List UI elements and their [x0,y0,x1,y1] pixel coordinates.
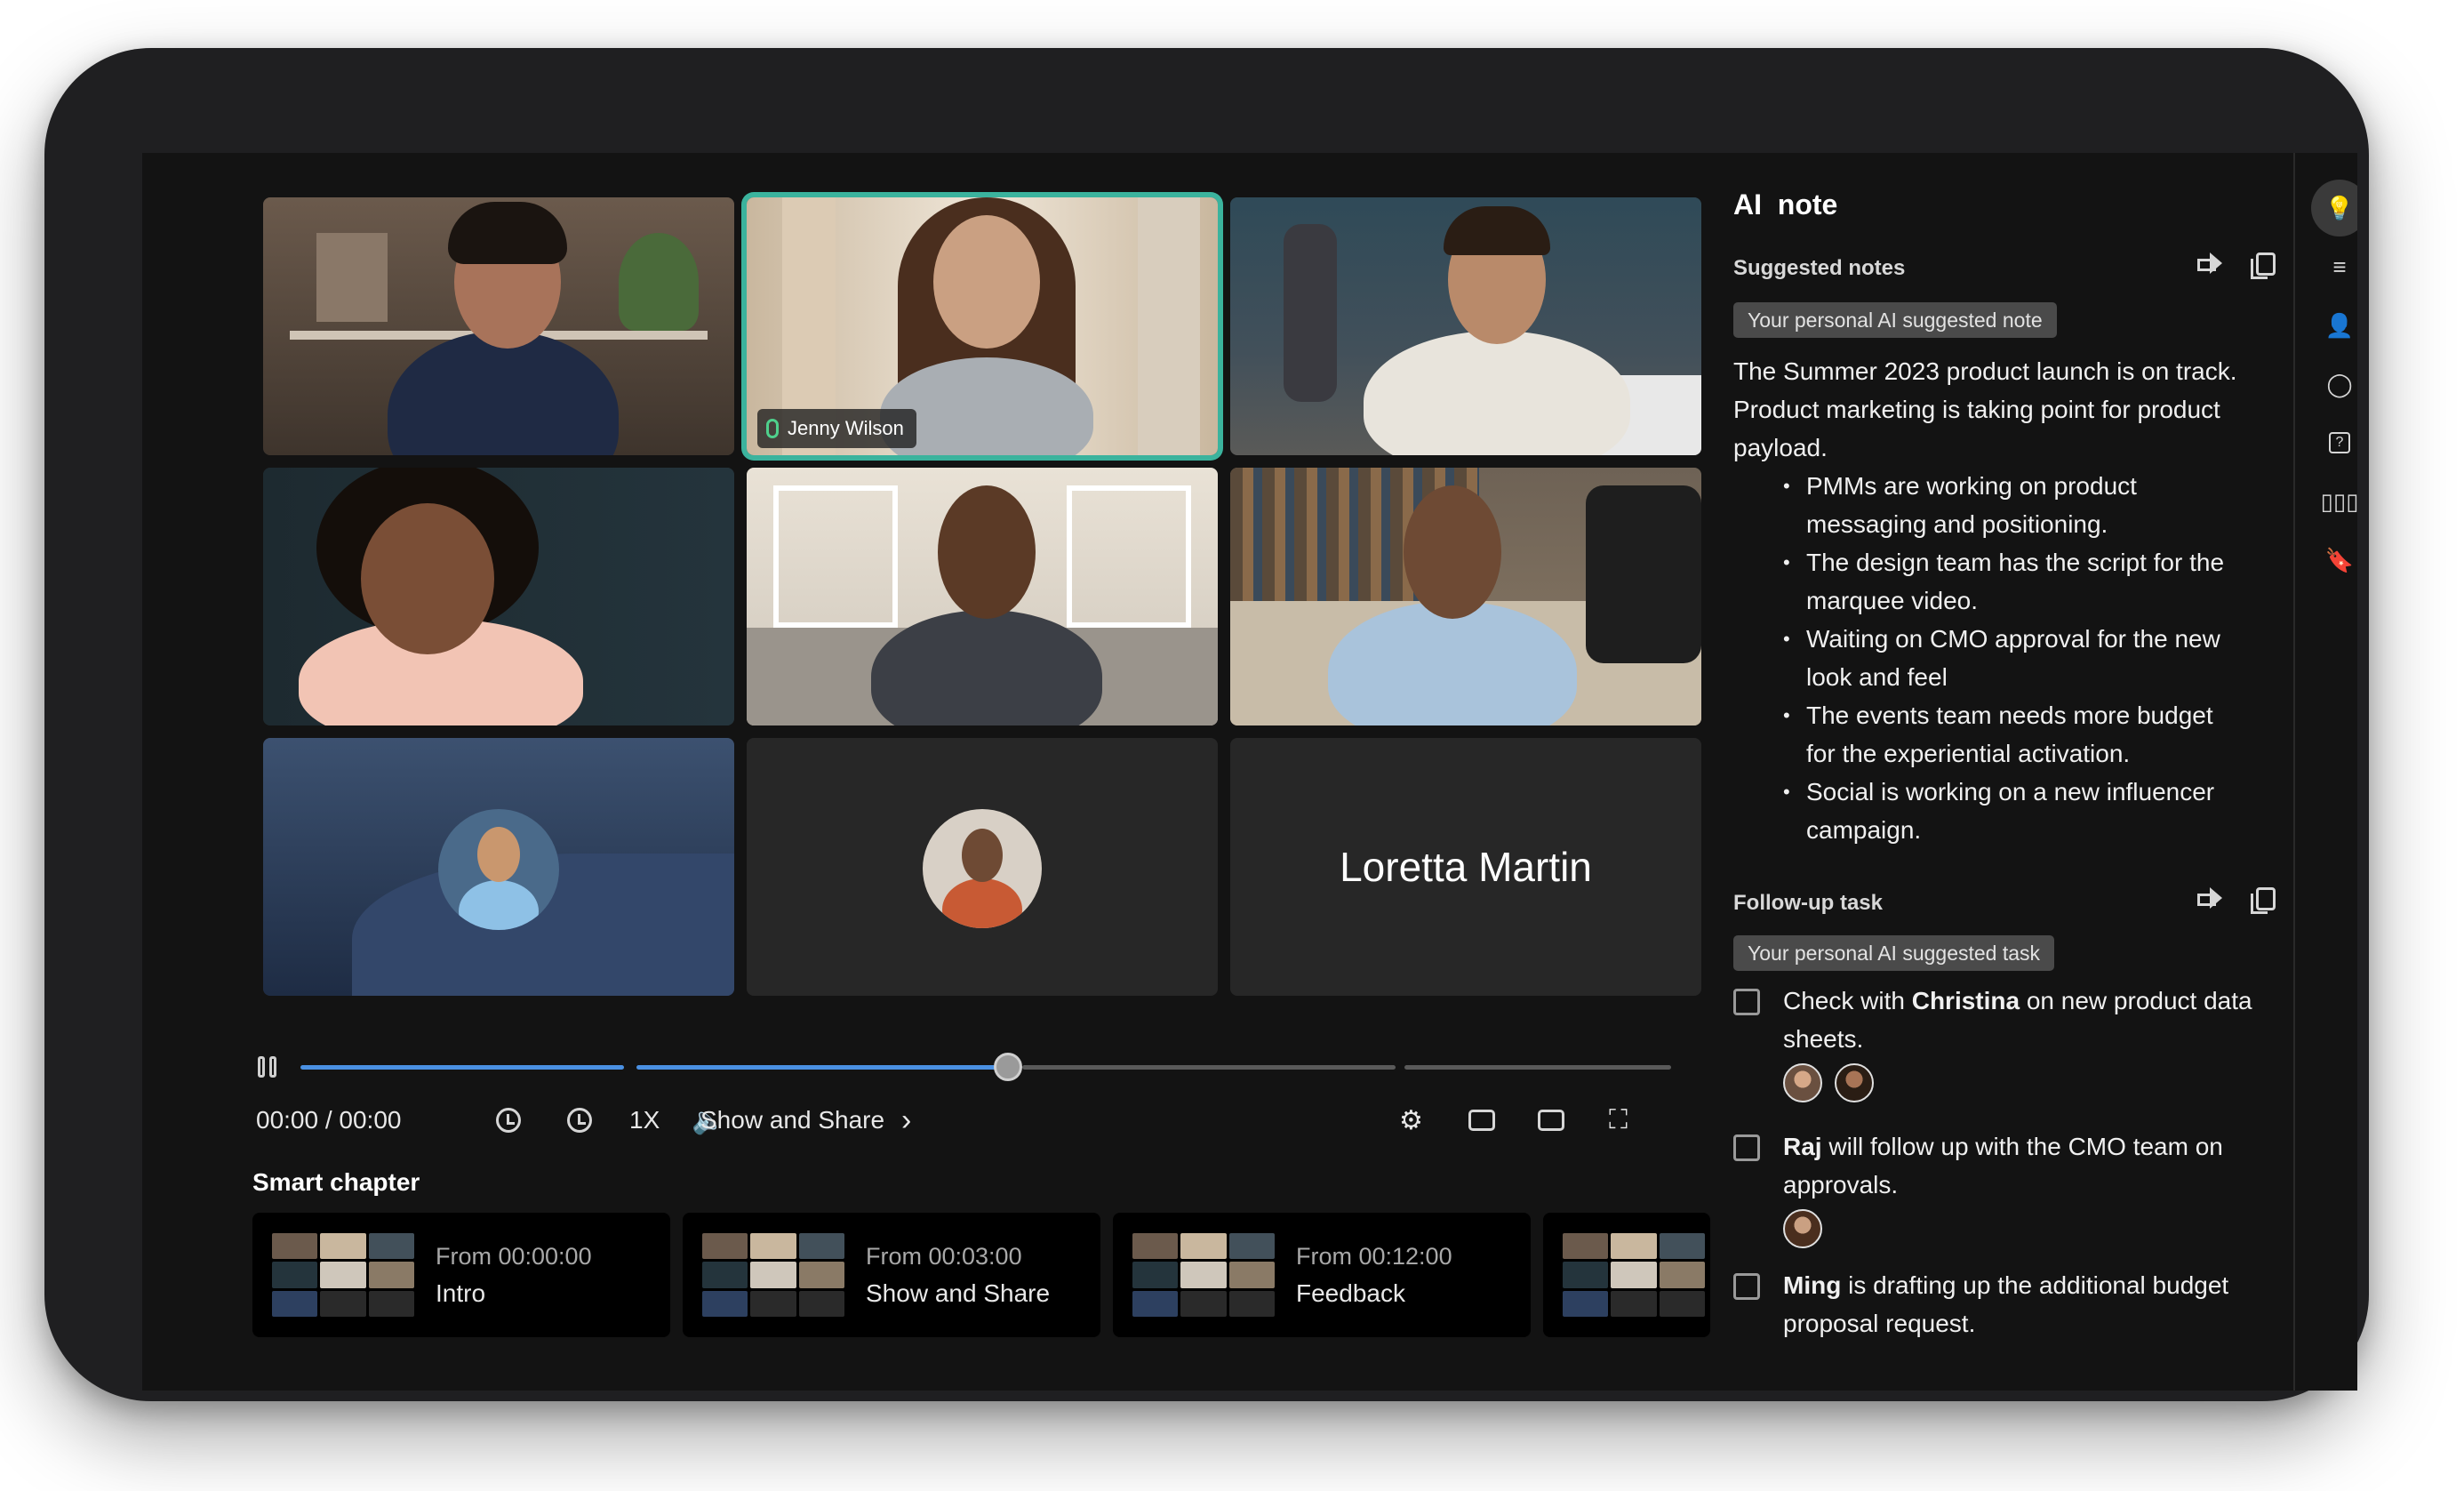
video-tile-5[interactable] [747,468,1218,725]
video-tile-4[interactable] [263,468,734,725]
speed-button[interactable]: 1X [629,1102,660,1138]
chapter-title: Intro [436,1279,486,1307]
task-text: Check with [1783,987,1912,1014]
microphone-icon [766,419,779,438]
fullscreen-icon[interactable]: ⛶ [1609,1105,1628,1135]
question-icon[interactable]: ? [2311,414,2357,471]
note-bullet: PMMs are working on product messaging an… [1733,467,2249,543]
task-item: Ming is drafting up the additional budge… [1733,1266,2267,1343]
note-summary: The Summer 2023 product launch is on tra… [1733,357,2237,461]
panel-divider [2293,153,2295,1391]
timeline-segment-1[interactable] [300,1065,624,1070]
chat-icon[interactable]: ◯ [2311,356,2357,413]
chapter-thumbnail [272,1233,414,1317]
captions-icon[interactable] [1468,1110,1495,1131]
task-item: Check with Christina on new product data… [1733,982,2267,1102]
share-icon[interactable] [2197,253,2224,274]
bookmark-icon[interactable]: 🔖 [2311,532,2357,589]
time-display: 00:00 / 00:00 [256,1106,402,1134]
side-rail: 💡 ≡ 👤 ◯ ? ▯▯▯ 🔖 [2311,180,2357,590]
task-person: Ming [1783,1271,1842,1299]
timeline-segment-3[interactable] [1022,1065,1396,1070]
participant-avatar-8 [923,809,1042,928]
video-tile-1[interactable] [263,197,734,455]
note-bullet: Waiting on CMO approval for the new look… [1733,620,2249,696]
rewind-icon[interactable] [496,1108,521,1133]
chapter-link[interactable]: Show and Share [700,1102,884,1138]
task-checkbox[interactable] [1733,1134,1760,1161]
device-frame: Jenny Wilson Loretta Martin 00:00 / 00:0… [44,48,2369,1401]
chapter-card-4-partial[interactable] [1543,1213,1710,1337]
chapter-card-1[interactable]: From 00:00:00 Intro [252,1213,670,1337]
stats-icon[interactable]: ▯▯▯ [2311,473,2357,530]
task-person: Christina [1911,987,2020,1014]
panel-title: AI note [1733,188,1838,220]
share-icon[interactable] [2197,887,2224,909]
ai-note-panel: AI note Suggested notes Your personal AI… [1733,153,2293,1391]
speaker-name: Jenny Wilson [788,417,904,439]
note-bullet: Social is working on a new influencer ca… [1733,773,2249,849]
participant-name: Loretta Martin [1340,844,1592,890]
chapter-start: From 00:03:00 [866,1242,1022,1270]
chapter-thumbnail [1563,1233,1705,1317]
meeting-screen: Jenny Wilson Loretta Martin 00:00 / 00:0… [142,153,2357,1391]
avatar [1783,1209,1822,1248]
followup-pill: Your personal AI suggested task [1733,935,2055,971]
settings-icon[interactable]: ⚙ [1399,1105,1423,1136]
video-tile-8[interactable] [747,738,1218,996]
task-checkbox[interactable] [1733,1273,1760,1300]
followup-heading: Follow-up task [1733,891,1883,915]
note-body: The Summer 2023 product launch is on tra… [1733,352,2249,849]
chapter-thumbnail [1132,1233,1275,1317]
timeline-segment-2[interactable] [636,1065,1003,1070]
chapter-card-3[interactable]: From 00:12:00 Feedback [1113,1213,1531,1337]
participant-avatar-7 [438,809,559,930]
avatar [1783,1063,1822,1102]
copy-icon[interactable] [2251,887,2276,914]
note-bullets: PMMs are working on product messaging an… [1733,467,2249,849]
task-item: Raj will follow up with the CMO team on … [1733,1127,2267,1248]
list-icon[interactable]: ≡ [2311,238,2357,295]
chapter-title: Show and Share [866,1279,1051,1307]
video-tile-active-speaker[interactable]: Jenny Wilson [747,197,1218,455]
suggested-note-pill: Your personal AI suggested note [1733,302,2057,338]
timeline-scrubber[interactable] [994,1053,1022,1081]
video-tile-3[interactable] [1230,197,1701,455]
video-tile-name-only[interactable]: Loretta Martin [1230,738,1701,996]
chapter-thumbnail [702,1233,844,1317]
timeline-segment-4[interactable] [1404,1065,1671,1070]
chapter-card-2[interactable]: From 00:03:00 Show and Share [683,1213,1100,1337]
chapter-start: From 00:00:00 [436,1242,592,1270]
task-text: will follow up with the CMO team on appr… [1783,1133,2223,1198]
pause-button[interactable] [258,1056,277,1078]
video-tile-6[interactable] [1230,468,1701,725]
forward-icon[interactable] [567,1108,592,1133]
note-bullet: The events team needs more budget for th… [1733,696,2249,773]
video-tile-7[interactable] [263,738,734,996]
picture-in-picture-icon[interactable] [1538,1110,1564,1131]
people-icon[interactable]: 👤 [2311,297,2357,354]
note-bullet: The design team has the script for the m… [1733,543,2249,620]
chapter-link-label: Show and Share [700,1106,885,1134]
smart-chapter-heading: Smart chapter [252,1168,420,1196]
task-checkbox[interactable] [1733,989,1760,1015]
speaker-name-chip: Jenny Wilson [757,409,916,448]
chapter-title: Feedback [1296,1279,1405,1307]
lightbulb-icon[interactable]: 💡 [2311,180,2357,236]
chevron-right-icon[interactable]: › [901,1103,911,1138]
avatar [1835,1063,1874,1102]
copy-icon[interactable] [2251,253,2276,279]
task-text: is drafting up the additional budget pro… [1783,1271,2229,1337]
chapter-start: From 00:12:00 [1296,1242,1452,1270]
task-person: Raj [1783,1133,1822,1160]
suggested-notes-heading: Suggested notes [1733,256,1906,280]
